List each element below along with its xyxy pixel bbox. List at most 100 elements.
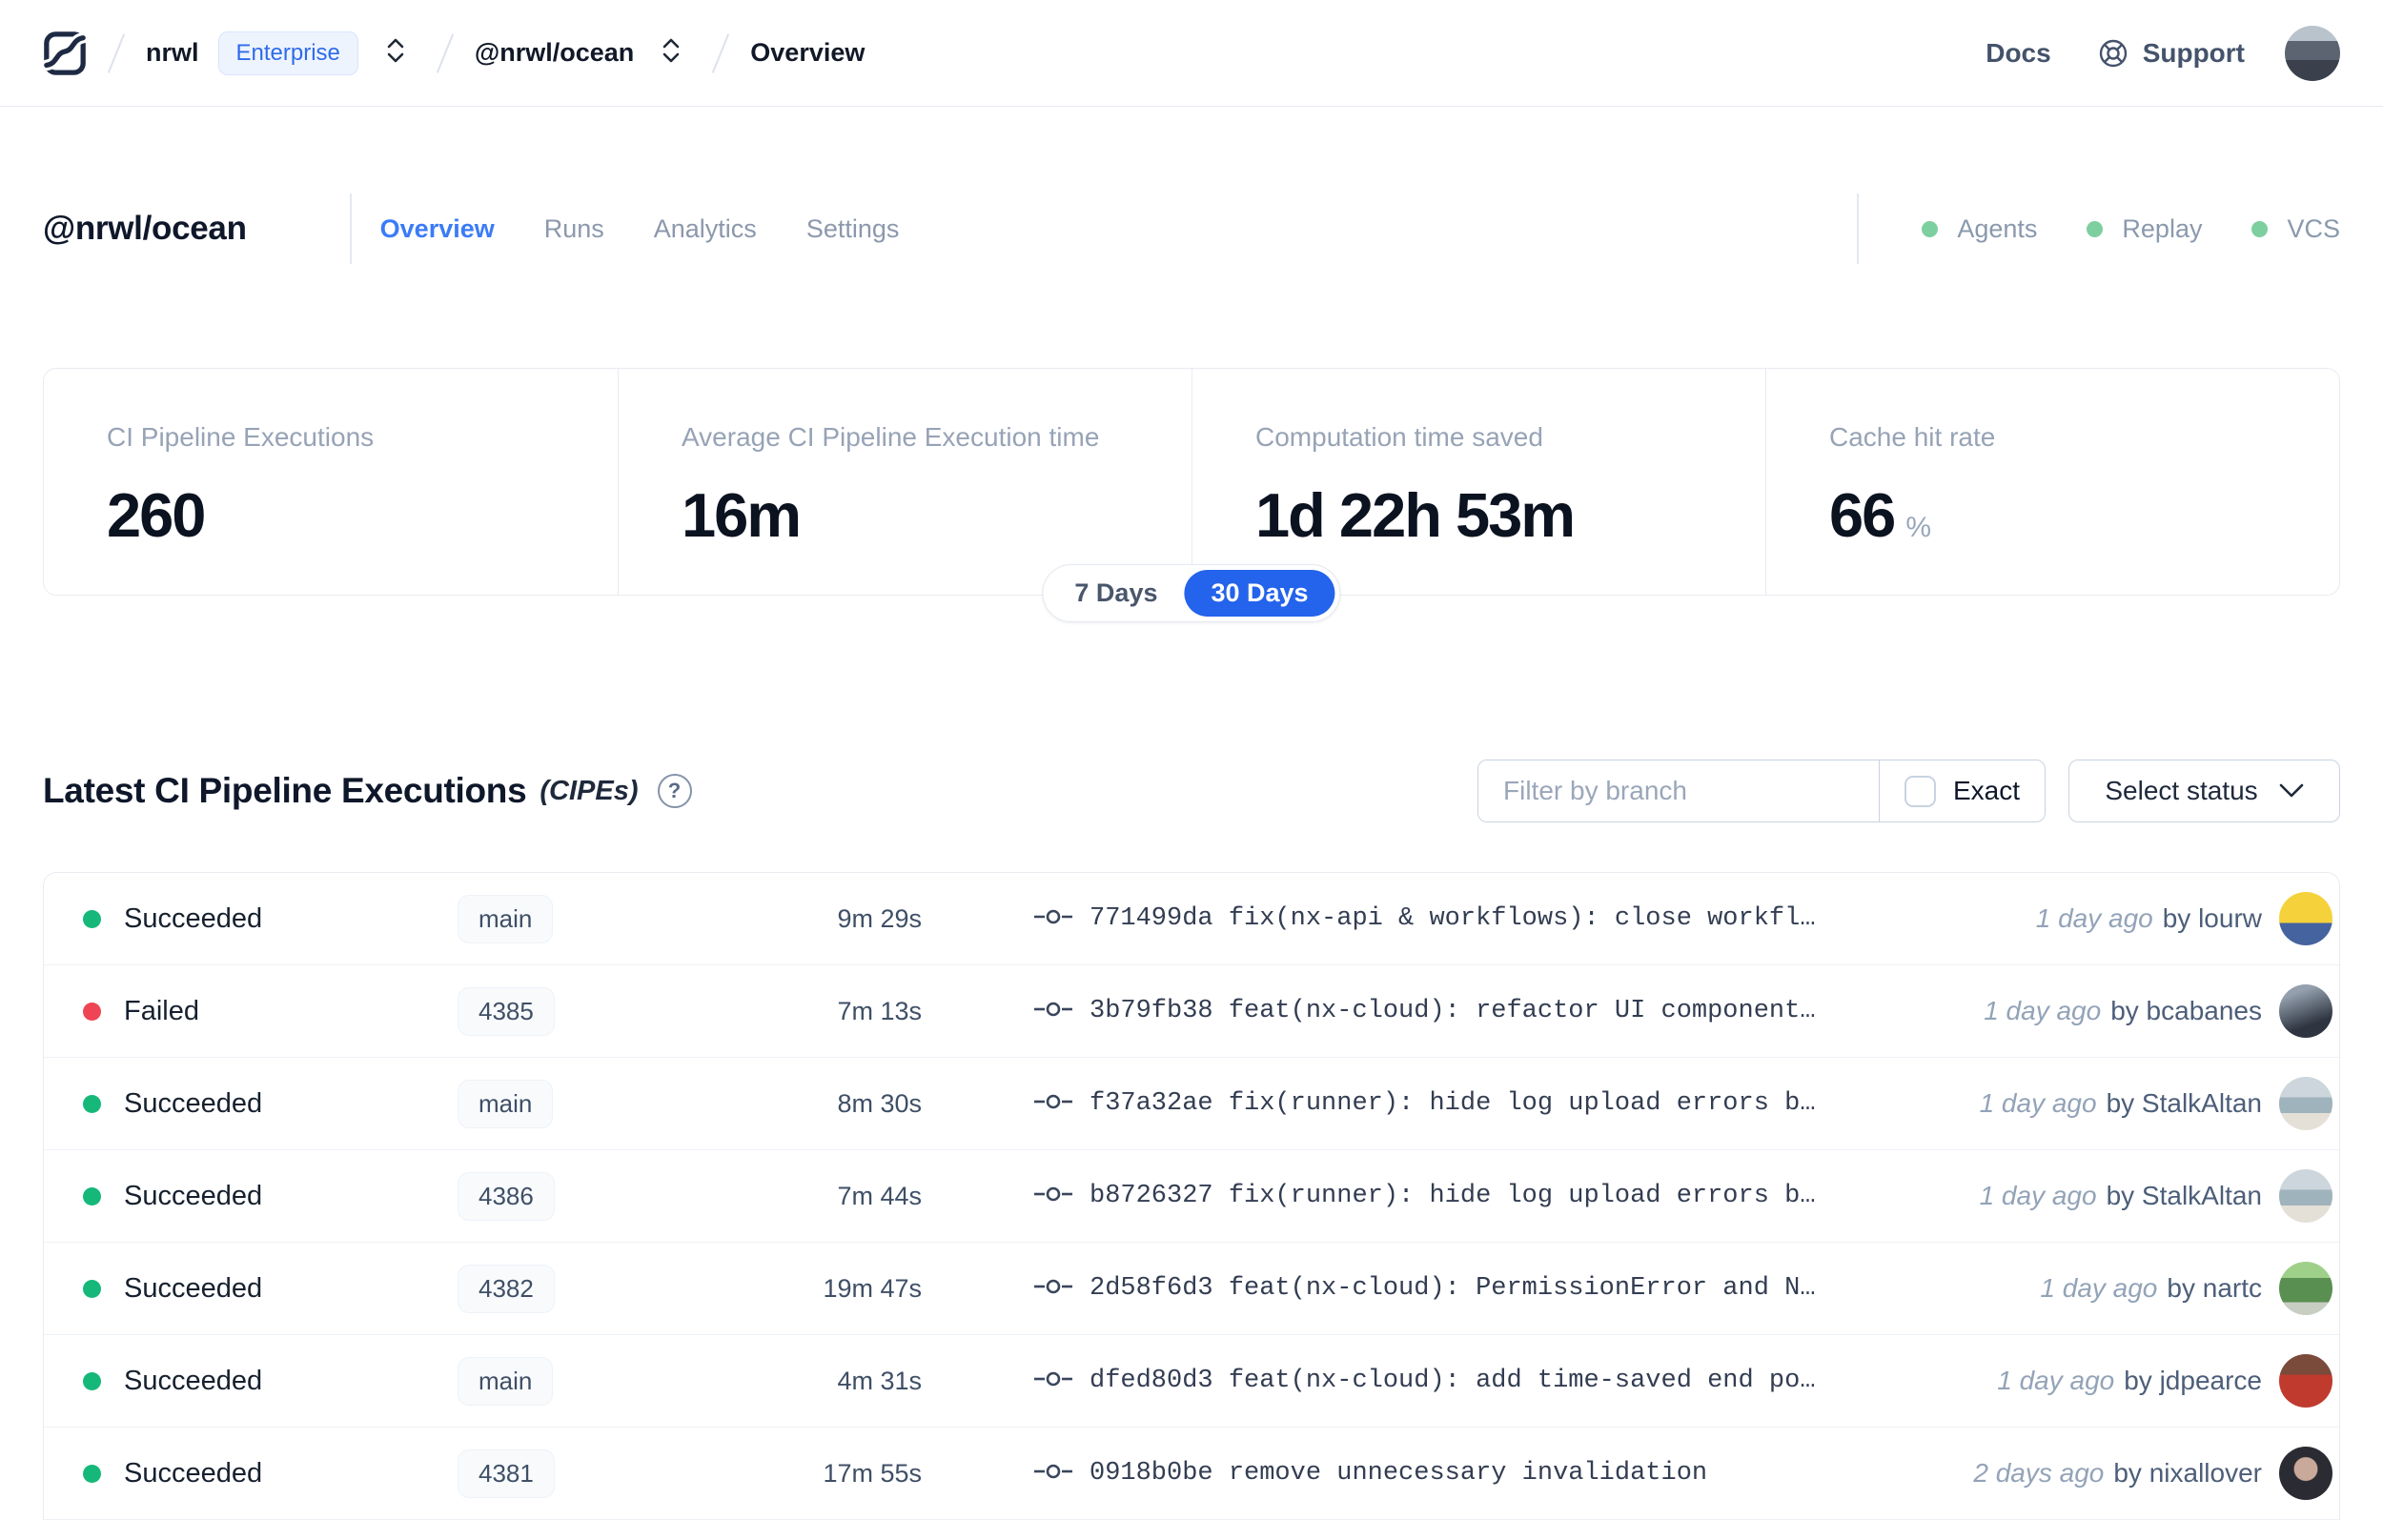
branch-filter-input[interactable] xyxy=(1478,760,1879,821)
status-dot xyxy=(82,909,101,928)
relative-time: 1 day ago xyxy=(1984,996,2102,1025)
indicator-replay: Replay xyxy=(2087,214,2202,244)
commit-icon xyxy=(1034,1089,1072,1119)
commit-message[interactable]: 3b79fb38 feat(nx-cloud): refactor UI com… xyxy=(1090,997,1816,1025)
author: by StalkAltan xyxy=(2106,1181,2262,1210)
avatar xyxy=(2279,892,2332,945)
breadcrumb-page: Overview xyxy=(750,38,866,67)
commit-message[interactable]: 2d58f6d3 feat(nx-cloud): PermissionError… xyxy=(1090,1274,1816,1303)
status-label: Succeeded xyxy=(124,1457,263,1489)
section-title-suffix: (CIPEs) xyxy=(540,775,639,806)
branch-badge[interactable]: main xyxy=(458,894,554,943)
relative-time: 1 day ago xyxy=(1997,1366,2115,1395)
duration: 7m 13s xyxy=(837,996,922,1025)
status-label: Succeeded xyxy=(124,902,263,934)
commit-message[interactable]: b8726327 fix(runner): hide log upload er… xyxy=(1090,1182,1816,1210)
tab-runs[interactable]: Runs xyxy=(544,214,604,244)
docs-link[interactable]: Docs xyxy=(1986,38,2050,69)
table-row[interactable]: Succeeded main 4m 31s dfed80d3 feat(nx-c… xyxy=(44,1335,2339,1428)
stat-card-computation-time-saved: Computation time saved 1d 22h 53m xyxy=(1192,369,1765,595)
commit-message[interactable]: 0918b0be remove unnecessary invalidation xyxy=(1090,1459,1707,1488)
status-select-dropdown[interactable]: Select status xyxy=(2068,760,2340,822)
relative-time: 1 day ago xyxy=(1979,1088,2097,1118)
tab-settings[interactable]: Settings xyxy=(806,214,900,244)
breadcrumb-separator xyxy=(436,32,455,73)
stat-card-ci-pipeline-executions: CI Pipeline Executions 260 xyxy=(44,369,618,595)
breadcrumb-org[interactable]: nrwl xyxy=(146,38,199,68)
nx-cloud-logo[interactable] xyxy=(43,30,87,76)
avatar xyxy=(2279,1077,2332,1130)
stat-value: 1d 22h 53m xyxy=(1255,480,1576,550)
cipe-table: Succeeded main 9m 29s 771499da fix(nx-ap… xyxy=(43,872,2340,1520)
branch-badge[interactable]: 4385 xyxy=(458,986,555,1036)
table-row[interactable]: Succeeded 4382 19m 47s 2d58f6d3 feat(nx-… xyxy=(44,1243,2339,1335)
exact-toggle[interactable]: Exact xyxy=(1880,760,2045,821)
workspace-switcher-icon[interactable] xyxy=(659,36,683,70)
branch-badge[interactable]: 4381 xyxy=(458,1449,555,1498)
lifebuoy-icon xyxy=(2097,37,2129,70)
status-label: Succeeded xyxy=(124,1365,263,1396)
indicator-vcs: VCS xyxy=(2251,214,2340,244)
support-link[interactable]: Support xyxy=(2097,37,2245,70)
commit-message[interactable]: f37a32ae fix(runner): hide log upload er… xyxy=(1090,1089,1816,1118)
relative-time: 1 day ago xyxy=(2035,903,2153,933)
commit-message[interactable]: 771499da fix(nx-api & workflows): close … xyxy=(1090,904,1816,933)
status-label: Failed xyxy=(124,995,199,1026)
branch-badge[interactable]: main xyxy=(458,1356,554,1406)
support-label: Support xyxy=(2142,37,2245,68)
help-icon[interactable]: ? xyxy=(657,774,692,808)
stat-suffix: % xyxy=(1905,512,1931,543)
indicator-label: Agents xyxy=(1957,213,2038,243)
indicator-label: Replay xyxy=(2122,213,2203,243)
branch-badge[interactable]: 4382 xyxy=(458,1264,555,1313)
stat-label: Cache hit rate xyxy=(1829,422,1996,452)
avatar xyxy=(2279,984,2332,1038)
stat-value: 260 xyxy=(107,480,206,550)
stat-label: Computation time saved xyxy=(1255,422,1543,452)
workspace-bar: @nrwl/ocean Overview Runs Analytics Sett… xyxy=(43,192,2340,265)
exact-checkbox[interactable] xyxy=(1904,775,1936,807)
range-30-days[interactable]: 30 Days xyxy=(1184,570,1335,617)
exact-label: Exact xyxy=(1952,776,2020,805)
author: by jdpearce xyxy=(2124,1366,2262,1395)
table-row[interactable]: Succeeded 4381 17m 55s 0918b0be remove u… xyxy=(44,1428,2339,1520)
table-row[interactable]: Succeeded main 8m 30s f37a32ae fix(runne… xyxy=(44,1058,2339,1150)
user-avatar[interactable] xyxy=(2285,25,2340,81)
branch-badge[interactable]: 4386 xyxy=(458,1171,555,1221)
indicator-label: VCS xyxy=(2287,213,2340,243)
duration: 17m 55s xyxy=(823,1458,922,1488)
status-label: Succeeded xyxy=(124,1272,263,1304)
breadcrumb-workspace[interactable]: @nrwl/ocean xyxy=(475,38,634,68)
avatar xyxy=(2279,1447,2332,1500)
stat-label: Average CI Pipeline Execution time xyxy=(682,422,1100,452)
tab-analytics[interactable]: Analytics xyxy=(654,214,757,244)
relative-time: 2 days ago xyxy=(1973,1458,2105,1488)
branch-badge[interactable]: main xyxy=(458,1079,554,1128)
range-7-days[interactable]: 7 Days xyxy=(1048,570,1184,617)
green-dot-icon xyxy=(2251,220,2269,237)
relative-time: 1 day ago xyxy=(1979,1181,2097,1210)
status-dot xyxy=(82,1094,101,1113)
workspace-title: @nrwl/ocean xyxy=(43,210,247,247)
status-indicators: Agents Replay VCS xyxy=(1922,214,2340,244)
table-row[interactable]: Failed 4385 7m 13s 3b79fb38 feat(nx-clou… xyxy=(44,965,2339,1058)
org-switcher-icon[interactable] xyxy=(383,36,408,70)
stat-cards: CI Pipeline Executions 260 Average CI Pi… xyxy=(43,368,2340,596)
section-title: Latest CI Pipeline Executions xyxy=(43,771,527,810)
chevron-down-icon xyxy=(2279,783,2304,799)
author: by nixallover xyxy=(2113,1458,2262,1488)
green-dot-icon xyxy=(2087,220,2104,237)
table-row[interactable]: Succeeded 4386 7m 44s b8726327 fix(runne… xyxy=(44,1150,2339,1243)
duration: 9m 29s xyxy=(837,903,922,933)
table-row[interactable]: Succeeded main 9m 29s 771499da fix(nx-ap… xyxy=(44,873,2339,965)
commit-icon xyxy=(1034,1274,1072,1304)
breadcrumb-separator xyxy=(712,32,730,73)
avatar xyxy=(2279,1354,2332,1408)
commit-message[interactable]: dfed80d3 feat(nx-cloud): add time-saved … xyxy=(1090,1367,1816,1395)
duration: 4m 31s xyxy=(837,1366,922,1395)
tab-overview[interactable]: Overview xyxy=(380,214,495,244)
author: by lourw xyxy=(2162,903,2262,933)
stat-value: 66 xyxy=(1829,480,1896,550)
docs-label: Docs xyxy=(1986,37,2051,68)
status-dot xyxy=(82,1371,101,1390)
